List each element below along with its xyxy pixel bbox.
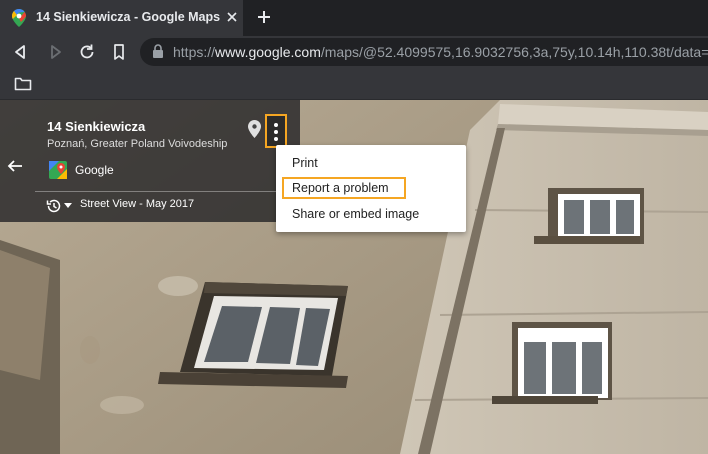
folder-icon[interactable]: [14, 76, 32, 92]
bookmarks-bar: [0, 68, 708, 100]
url-text[interactable]: https://www.google.com/maps/@52.4099575,…: [173, 44, 708, 60]
lock-icon: [153, 44, 163, 58]
menu-item-share-embed[interactable]: Share or embed image: [292, 207, 419, 221]
chevron-down-icon[interactable]: [64, 203, 72, 209]
reload-icon[interactable]: [78, 43, 96, 61]
url-path: /maps/@52.4099575,16.9032756,3a,75y,10.1…: [320, 44, 708, 60]
arrow-left-icon[interactable]: [6, 157, 24, 175]
location-pin-icon[interactable]: [248, 120, 261, 138]
more-vert-icon[interactable]: [265, 114, 287, 148]
history-icon[interactable]: [46, 198, 62, 214]
provider-label: Google: [75, 163, 114, 177]
tab-title: 14 Sienkiewicza - Google Maps: [36, 10, 221, 24]
forward-icon[interactable]: [46, 43, 64, 61]
street-view-date[interactable]: Street View - May 2017: [80, 198, 194, 210]
plus-icon[interactable]: [256, 9, 272, 25]
tab-bar: 14 Sienkiewicza - Google Maps: [0, 0, 708, 36]
tab-google-maps[interactable]: 14 Sienkiewicza - Google Maps: [0, 0, 243, 36]
bookmark-icon[interactable]: [110, 43, 128, 61]
report-problem-highlight: [282, 177, 406, 199]
place-title: 14 Sienkiewicza: [47, 119, 146, 134]
panel-divider: [35, 191, 300, 192]
url-scheme: https://: [173, 44, 216, 60]
url-host: www.google.com: [215, 44, 321, 60]
back-icon[interactable]: [12, 43, 30, 61]
menu-item-print[interactable]: Print: [292, 156, 318, 170]
place-subtitle: Poznań, Greater Poland Voivodeship: [47, 138, 228, 150]
close-icon[interactable]: [224, 9, 240, 25]
maps-favicon-icon: [12, 9, 26, 27]
google-maps-icon: [49, 161, 67, 179]
